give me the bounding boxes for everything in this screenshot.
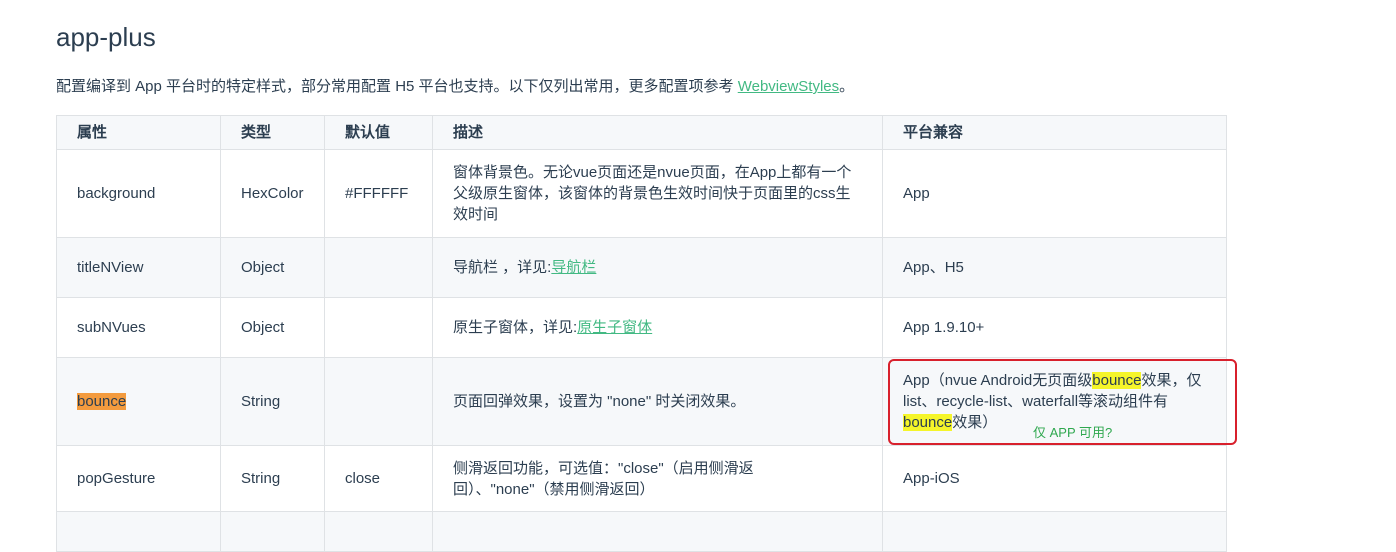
- cell-platform: App、H5: [882, 237, 1227, 298]
- cell-empty: [220, 511, 325, 552]
- cell-platform: App: [882, 149, 1227, 238]
- cell-platform: App 1.9.10+: [882, 297, 1227, 358]
- cell-description: 导航栏 ，详见:导航栏: [432, 237, 883, 298]
- app-plus-table: 属性 类型 默认值 描述 平台兼容 background HexColor #F…: [56, 115, 1227, 552]
- table-row: subNVues Object 原生子窗体，详见:原生子窗体 App 1.9.1…: [56, 297, 1227, 358]
- cell-empty: [882, 511, 1227, 552]
- highlighted-property: bounce: [77, 393, 127, 410]
- annotation-note: 仅 APP 可用?: [1033, 425, 1113, 440]
- cell-default: close: [324, 445, 433, 512]
- cell-type: Object: [220, 297, 325, 358]
- cell-property: bounce: [56, 357, 221, 446]
- cell-empty: [56, 511, 221, 552]
- header-default: 默认值: [324, 115, 433, 150]
- cell-type: Object: [220, 237, 325, 298]
- cell-description: 原生子窗体，详见:原生子窗体: [432, 297, 883, 358]
- header-property: 属性: [56, 115, 221, 150]
- subnvue-link[interactable]: 原生子窗体: [577, 319, 652, 336]
- intro-text: 配置编译到 App 平台时的特定样式，部分常用配置 H5 平台也支持。以下仅列出…: [56, 78, 738, 95]
- table-row: popGesture String close 侧滑返回功能，可选值："clos…: [56, 445, 1227, 512]
- cell-property: popGesture: [56, 445, 221, 512]
- description-text: 原生子窗体，详见:: [453, 319, 578, 336]
- cell-default: [324, 237, 433, 298]
- header-type: 类型: [220, 115, 325, 150]
- header-description: 描述: [432, 115, 883, 150]
- table-row: background HexColor #FFFFFF 窗体背景色。无论vue页…: [56, 149, 1227, 238]
- cell-property: background: [56, 149, 221, 238]
- cell-property: subNVues: [56, 297, 221, 358]
- cell-property: titleNView: [56, 237, 221, 298]
- cell-default: [324, 357, 433, 446]
- cell-type: String: [220, 357, 325, 446]
- cell-platform: App-iOS: [882, 445, 1227, 512]
- cell-description: 窗体背景色。无论vue页面还是nvue页面，在App上都有一个父级原生窗体，该窗…: [432, 149, 883, 238]
- intro-paragraph: 配置编译到 App 平台时的特定样式，部分常用配置 H5 平台也支持。以下仅列出…: [56, 75, 854, 96]
- navigation-bar-link[interactable]: 导航栏: [551, 259, 596, 276]
- table-row-partial: [56, 511, 1227, 552]
- table-header-row: 属性 类型 默认值 描述 平台兼容: [56, 115, 1227, 150]
- cell-type: String: [220, 445, 325, 512]
- description-text: 导航栏 ，详见:: [453, 259, 552, 276]
- webviewstyles-link[interactable]: WebviewStyles: [738, 78, 839, 95]
- cell-empty: [432, 511, 883, 552]
- section-title: app-plus: [56, 22, 156, 52]
- table-row: titleNView Object 导航栏 ，详见:导航栏 App、H5: [56, 237, 1227, 298]
- cell-description: 页面回弹效果，设置为 "none" 时关闭效果。: [432, 357, 883, 446]
- cell-default: #FFFFFF: [324, 149, 433, 238]
- cell-empty: [324, 511, 433, 552]
- cell-type: HexColor: [220, 149, 325, 238]
- header-platform: 平台兼容: [882, 115, 1227, 150]
- cell-description: 侧滑返回功能，可选值："close"（启用侧滑返回）、"none"（禁用侧滑返回…: [432, 445, 883, 512]
- cell-default: [324, 297, 433, 358]
- intro-suffix: 。: [839, 78, 855, 95]
